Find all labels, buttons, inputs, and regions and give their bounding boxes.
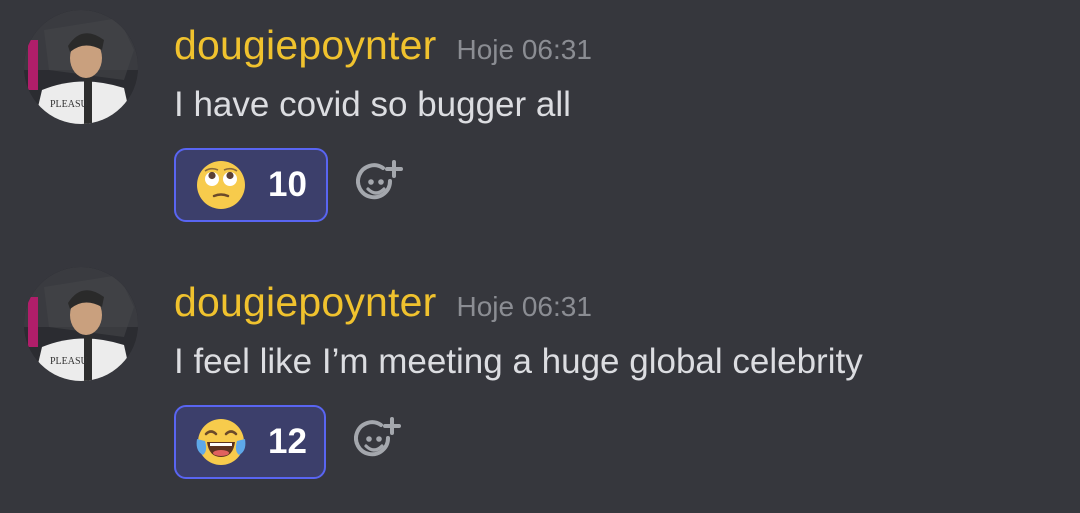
chat-log: PLEASU dougiepoynter Hoje 06:31 I have c… [0,0,1080,513]
avatar-image: PLEASU [24,267,138,381]
reaction-count: 12 [268,422,307,461]
timestamp: Hoje 06:31 [456,291,592,322]
timestamp: Hoje 06:31 [456,34,592,65]
avatar[interactable]: PLEASU [24,267,138,381]
username[interactable]: dougiepoynter [174,279,436,326]
avatar[interactable]: PLEASU [24,10,138,124]
add-reaction-icon[interactable] [356,160,404,208]
message: PLEASU dougiepoynter Hoje 06:31 I have c… [0,10,1080,250]
add-reaction-icon[interactable] [354,417,402,465]
username[interactable]: dougiepoynter [174,22,436,69]
svg-text:PLEASU: PLEASU [50,99,89,110]
svg-text:PLEASU: PLEASU [50,356,89,367]
reaction-button[interactable]: 10 [174,148,328,222]
message-header: dougiepoynter Hoje 06:31 [174,279,592,329]
tears-of-joy-emoji-icon [196,419,246,465]
avatar-image: PLEASU [24,10,138,124]
message-text: I have covid so bugger all [174,85,571,124]
reaction-count: 10 [268,165,307,204]
message-text: I feel like I’m meeting a huge global ce… [174,342,863,381]
rolling-eyes-emoji-icon [197,161,245,209]
reaction-button[interactable]: 12 [174,405,326,479]
message-header: dougiepoynter Hoje 06:31 [174,22,592,72]
message: PLEASU dougiepoynter Hoje 06:31 I feel l… [0,267,1080,507]
